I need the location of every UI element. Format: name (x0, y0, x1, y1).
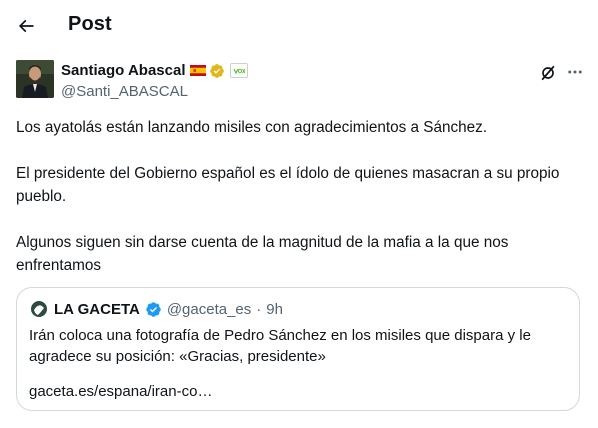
author-handle[interactable]: @Santi_ABASCAL (61, 83, 188, 100)
dot-separator: · (256, 300, 262, 318)
vox-badge-icon[interactable] (230, 63, 249, 78)
gold-verified-icon[interactable] (209, 63, 225, 79)
top-bar: Post (0, 0, 598, 52)
quoted-post-link[interactable]: gaceta.es/espana/iran-co… (29, 383, 212, 400)
post-author: Santiago Abascal @Santi_ABASCAL (16, 60, 582, 102)
blue-verified-icon (146, 301, 161, 317)
avatar-photo (16, 60, 54, 98)
author-name-row: Santiago Abascal (61, 62, 249, 79)
quoted-post[interactable]: LA GACETA @gaceta_es · 9h Irán coloca un… (16, 287, 580, 411)
back-button[interactable] (10, 10, 42, 42)
quoted-post-text: Irán coloca una fotografía de Pedro Sánc… (29, 327, 531, 365)
arrow-left-icon (18, 19, 34, 33)
more-button[interactable] (565, 62, 585, 82)
page-title: Post (68, 13, 112, 35)
quoted-author-name: LA GACETA (54, 300, 140, 318)
more-horizontal-icon (568, 70, 582, 74)
author-name[interactable]: Santiago Abascal (61, 62, 185, 79)
quoted-author-handle: @gaceta_es (166, 300, 252, 318)
quoted-post-header: LA GACETA @gaceta_es · 9h (29, 299, 283, 319)
quoted-post-time: 9h (266, 300, 283, 318)
quoted-avatar (29, 299, 49, 319)
post-text: Los ayatolás están lanzando misiles con … (16, 119, 560, 274)
spain-flag-icon (190, 65, 207, 76)
avatar[interactable] (16, 60, 54, 98)
grok-icon[interactable] (538, 63, 558, 83)
